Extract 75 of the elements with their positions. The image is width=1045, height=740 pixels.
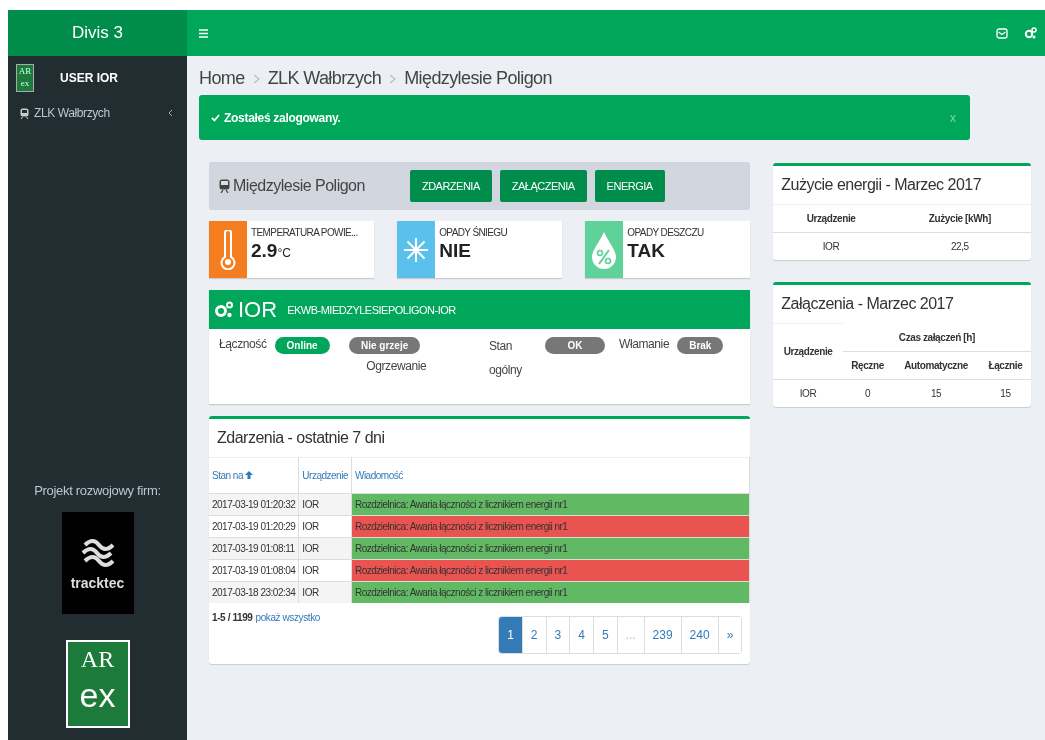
table-cell: 0 (842, 379, 893, 407)
table-cell: 2017-03-19 01:20:32 (209, 493, 299, 516)
page-button[interactable]: 1 (499, 617, 522, 653)
nav-button[interactable]: ENERGIA (594, 170, 665, 202)
column-header: Czas załączeń [h] (842, 323, 1031, 351)
device-name: IOR (238, 296, 278, 323)
info-value: 2.9°C (251, 240, 292, 262)
status-badge: Online (274, 337, 330, 354)
chevron-left-icon[interactable] (168, 109, 173, 117)
column-header: Automatyczne (892, 351, 980, 379)
table-cell: Rozdzielnica: Awaria łączności z licznikiem energii nr1 (351, 559, 750, 582)
info-label: OPADY DESZCZU (627, 227, 704, 238)
envelope-icon[interactable] (996, 27, 1008, 39)
nav-button[interactable]: ZDARZENIA (409, 170, 492, 202)
table-cell: Rozdzielnica: Awaria łączności z licznikiem energii nr1 (351, 515, 750, 538)
card-title: Załączenia - Marzec 2017 (780, 294, 955, 314)
chevron-right-icon (389, 73, 397, 84)
sort-up-icon[interactable] (245, 471, 253, 479)
user-name: USER IOR (60, 71, 118, 85)
table-cell: 15 (892, 379, 980, 407)
breadcrumb-item[interactable]: ZLK Wałbrzych (267, 68, 382, 89)
snowflake-icon (403, 236, 430, 263)
column-header: Ręczne (842, 351, 893, 379)
card-title: Zużycie energii - Marzec 2017 (780, 175, 983, 195)
check-icon (211, 113, 220, 122)
alert-message: Zostałeś zalogowany. (224, 110, 341, 125)
brand-title: Divis 3 (8, 10, 187, 56)
table-cell: IOR (773, 379, 843, 407)
column-header: Urządzenie (773, 323, 843, 379)
status-label: Łączność (219, 337, 267, 351)
company-logo: AR ex (16, 64, 34, 92)
train-icon (219, 179, 230, 193)
page-button[interactable]: » (717, 617, 742, 653)
column-header: Urządzenie (773, 204, 889, 233)
train-icon (20, 107, 29, 119)
table-cell: IOR (773, 232, 889, 260)
nav-button[interactable]: ZAŁĄCZENIA (499, 170, 587, 202)
table-cell: Rozdzielnica: Awaria łączności z licznikiem energii nr1 (351, 537, 750, 560)
show-all-link[interactable]: pokaż wszystko (255, 612, 320, 623)
status-label: Ogrzewanie (366, 359, 427, 373)
gears-icon[interactable] (1024, 27, 1037, 39)
partner-logo: AR ex (65, 640, 130, 728)
table-cell: 2017-03-18 23:02:34 (209, 581, 299, 603)
column-header: Zużycie [kWh] (888, 204, 1031, 233)
breadcrumb-item[interactable]: Home (199, 68, 245, 89)
partner-logo: tracktec (61, 512, 134, 614)
record-count: 1-5 / 1199 (212, 612, 253, 623)
info-label: TEMPERATURA POWIE... (251, 227, 358, 238)
menu-icon[interactable] (199, 28, 208, 38)
table-cell: IOR (298, 581, 352, 603)
table-cell: IOR (298, 537, 352, 560)
column-header: Łącznie (979, 351, 1031, 379)
sponsor-caption: Projekt rozwojowy firm: (33, 483, 162, 498)
table-cell: Rozdzielnica: Awaria łączności z licznikiem energii nr1 (351, 493, 750, 516)
status-label: Włamanie (619, 337, 670, 351)
chevron-right-icon (252, 73, 260, 84)
status-badge: Brak (677, 337, 724, 354)
info-value: NIE (439, 240, 472, 262)
station-title: Międzylesie Poligon (233, 177, 365, 195)
humidity-drop-icon (591, 230, 618, 269)
table-cell: IOR (298, 493, 352, 516)
thermometer-icon (220, 229, 236, 270)
card-title: Zdarzenia - ostatnie 7 dni (216, 428, 386, 448)
breadcrumb-item: Międzylesie Poligon (404, 68, 552, 89)
sidebar-item[interactable]: ZLK Wałbrzych (8, 100, 187, 126)
table-cell: 2017-03-19 01:08:11 (209, 537, 299, 560)
device-code: EKWB-MIEDZYLESIEPOLIGON-IOR (287, 303, 456, 316)
gears-icon (214, 300, 234, 319)
table-cell: 22,5 (888, 232, 1031, 260)
status-badge: OK (545, 337, 605, 354)
info-label: OPADY ŚNIEGU (439, 227, 508, 238)
info-value: TAK (627, 240, 666, 262)
table-cell: Rozdzielnica: Awaria łączności z licznikiem energii nr1 (351, 581, 750, 603)
table-cell: 15 (979, 379, 1031, 407)
status-badge: Nie grzeje (349, 337, 421, 354)
